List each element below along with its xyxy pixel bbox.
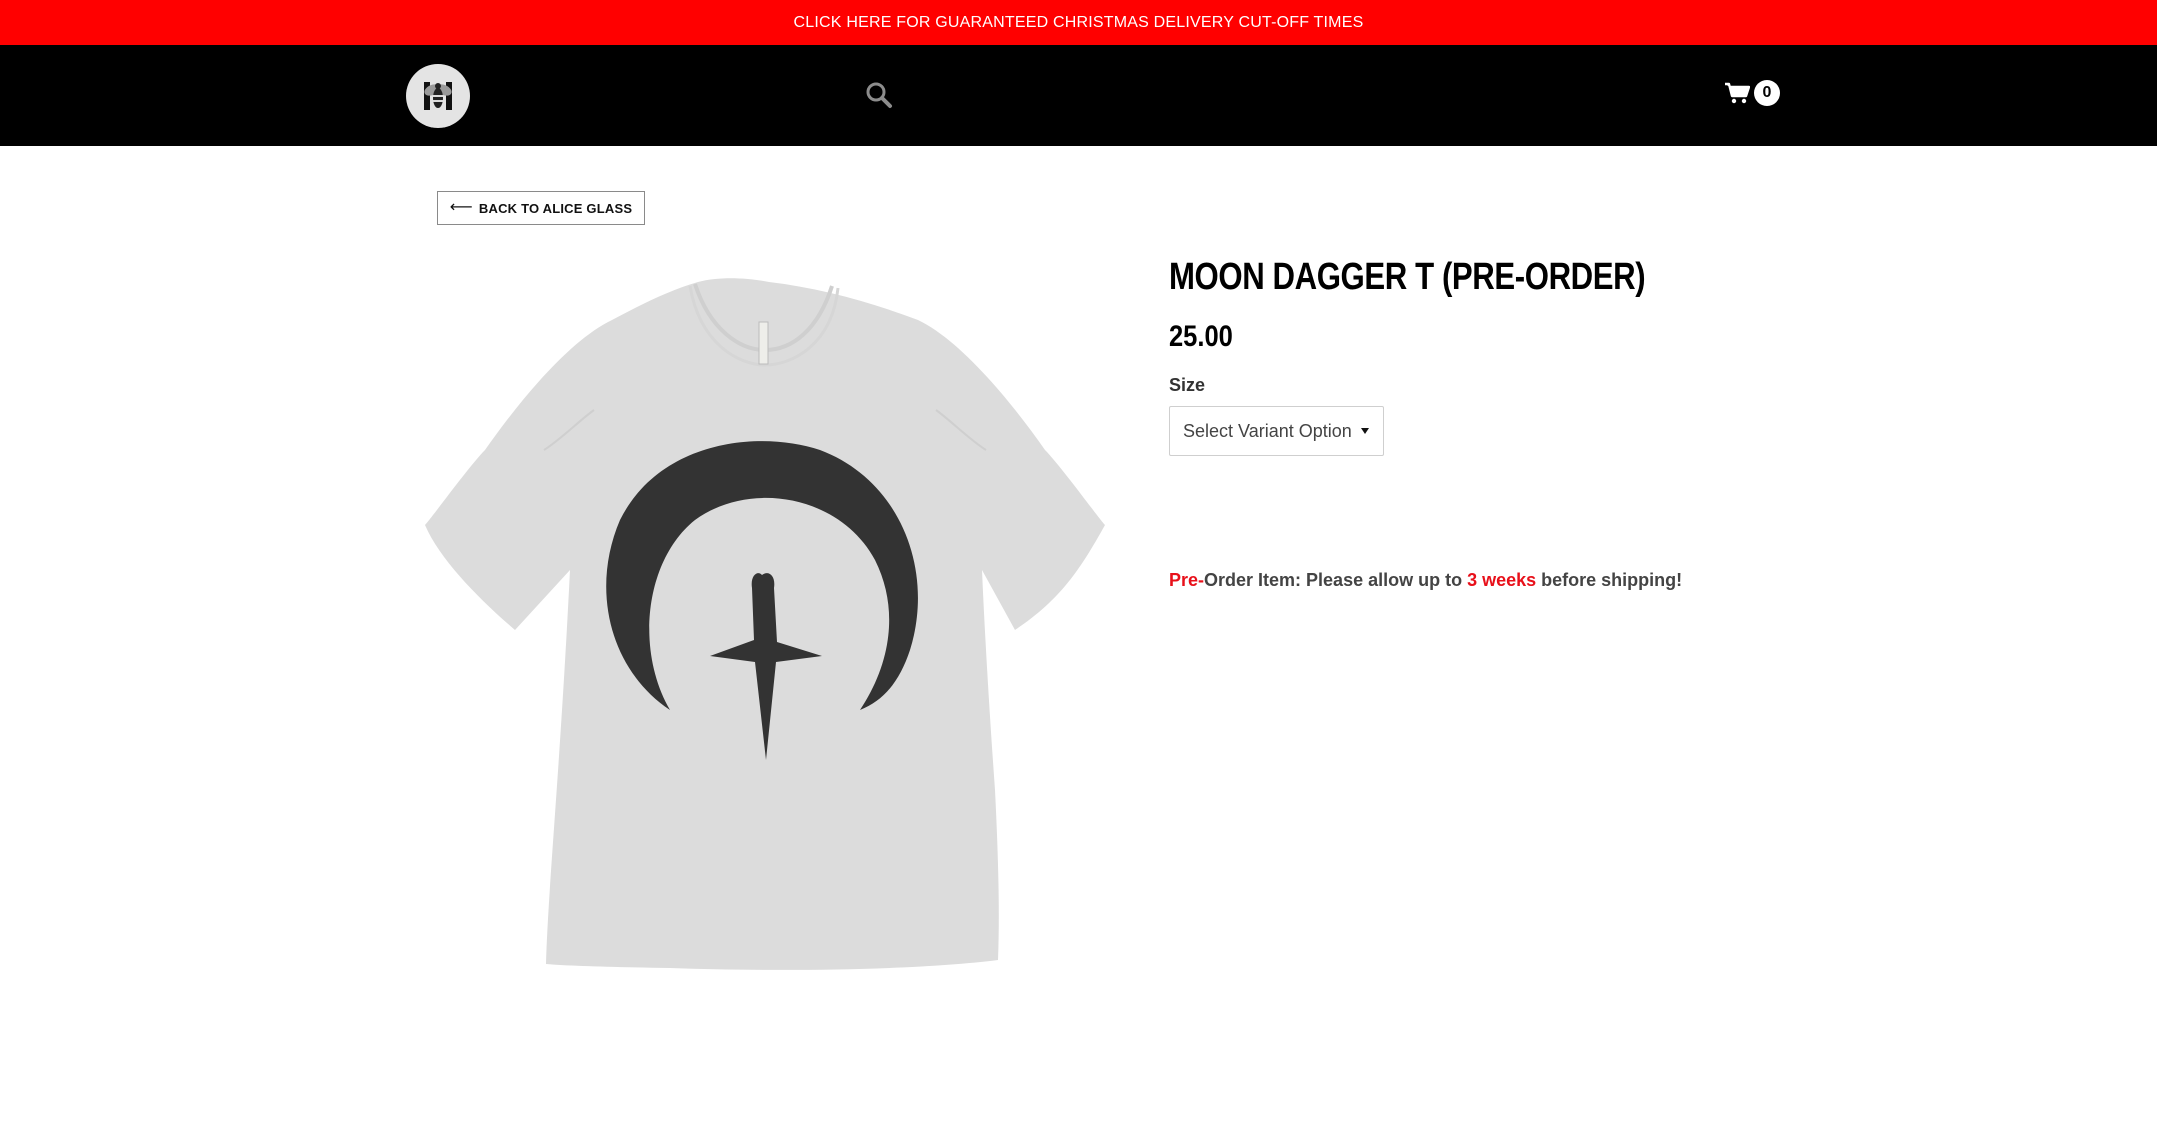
size-variant-select[interactable]: Select Variant Option [1169, 406, 1384, 456]
bee-logo-icon [424, 82, 452, 110]
back-button-label: BACK TO ALICE GLASS [478, 200, 633, 216]
cart-button[interactable]: 0 [1724, 79, 1780, 107]
back-arrow-icon: ⟵ [449, 199, 473, 216]
promo-banner-link[interactable]: CLICK HERE FOR GUARANTEED CHRISTMAS DELI… [0, 0, 2157, 45]
variant-select-value: Select Variant Option [1183, 420, 1352, 441]
preorder-note-weeks: 3 weeks [1467, 570, 1537, 590]
cart-icon [1725, 82, 1750, 104]
store-logo[interactable] [406, 64, 470, 128]
preorder-note: Pre-Order Item: Please allow up to 3 wee… [1169, 570, 1682, 591]
promo-banner-text: CLICK HERE FOR GUARANTEED CHRISTMAS DELI… [793, 13, 1364, 31]
product-image[interactable] [420, 270, 1110, 970]
preorder-note-text-1: Order Item: Please allow up to [1204, 570, 1468, 590]
search-button[interactable] [864, 80, 894, 110]
search-icon [866, 82, 892, 108]
cart-count-badge: 0 [1754, 80, 1780, 106]
preorder-note-pre: Pre- [1169, 570, 1205, 590]
moon-dagger-tshirt-image [425, 278, 1105, 970]
dropdown-caret-icon [1361, 428, 1369, 434]
back-to-collection-button[interactable]: ⟵ BACK TO ALICE GLASS [437, 191, 645, 225]
product-title: MOON DAGGER T (PRE-ORDER) [1169, 256, 1646, 298]
product-price: 25.00 [1169, 320, 1233, 353]
preorder-note-text-2: before shipping! [1536, 570, 1683, 590]
site-header: 0 [0, 45, 2157, 146]
size-label: Size [1169, 375, 1206, 395]
